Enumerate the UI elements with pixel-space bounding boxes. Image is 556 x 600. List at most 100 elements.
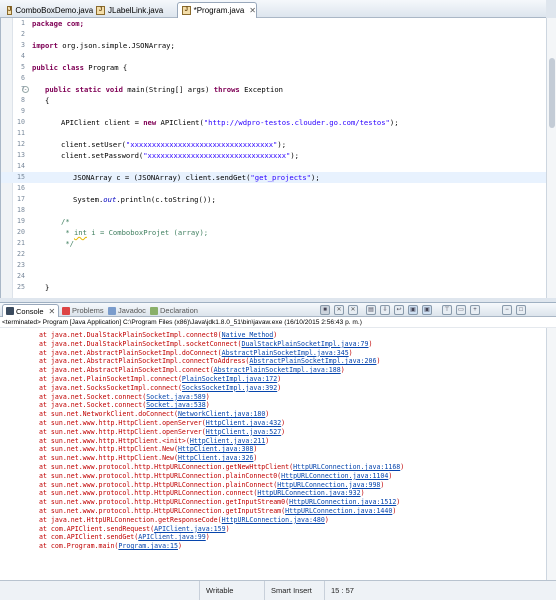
- source-link[interactable]: HttpClient.java:326: [178, 454, 253, 462]
- trace-text: ): [273, 331, 278, 339]
- tab-declaration[interactable]: Declaration: [150, 304, 198, 317]
- code-line: 7- public static void main(String[] args)…: [1, 84, 547, 95]
- tab-console[interactable]: Console ✕: [2, 304, 60, 317]
- clear-console-icon[interactable]: ▤: [366, 305, 376, 315]
- console-scrollbar[interactable]: [546, 328, 556, 580]
- line-number: 21: [17, 239, 25, 247]
- console-icon: [6, 307, 14, 315]
- code-line: 1 package com;: [1, 18, 547, 29]
- line-number: 11: [17, 129, 25, 137]
- maximize-icon[interactable]: □: [516, 305, 526, 315]
- stack-trace-line: at java.net.DualStackPlainSocketImpl.soc…: [39, 340, 373, 349]
- tab-label: Javadoc: [118, 306, 146, 315]
- console-output[interactable]: at java.net.DualStackPlainSocketImpl.con…: [0, 328, 546, 580]
- source-link[interactable]: HttpURLConnection.java:1440: [285, 507, 392, 515]
- code-line: 21 */: [1, 238, 547, 249]
- code-text: );: [311, 173, 320, 182]
- code-line: 23: [1, 260, 547, 271]
- trace-text: at sun.net.www.http.HttpClient.New(: [39, 445, 178, 454]
- line-number: 8: [21, 96, 25, 104]
- source-link[interactable]: Program.java:15: [118, 542, 178, 550]
- trace-text: at sun.net.www.http.HttpClient.<init>(: [39, 436, 190, 445]
- tab-combobox-demo[interactable]: J ComboBoxDemo.java: [2, 2, 93, 18]
- remove-all-icon[interactable]: ✕: [348, 305, 358, 315]
- trace-text: ): [277, 375, 282, 383]
- trace-text: at sun.net.www.protocol.http.HttpURLConn…: [39, 489, 258, 498]
- remove-launch-icon[interactable]: ✕: [334, 305, 344, 315]
- source-link[interactable]: AbstractPlainSocketImpl.java:188: [214, 366, 341, 374]
- trace-text: ): [253, 445, 258, 454]
- trace-text: at java.net.Socket.connect(: [39, 392, 147, 401]
- trace-text: ): [400, 463, 405, 471]
- source-link[interactable]: Native Method: [222, 331, 274, 339]
- method-signature: main(String[] args): [127, 85, 214, 94]
- fold-toggle-icon[interactable]: -: [22, 86, 29, 93]
- source-link[interactable]: NetworkClient.java:180: [178, 410, 265, 418]
- open-console-icon[interactable]: +: [470, 305, 480, 315]
- source-link[interactable]: HttpURLConnection.java:1168: [293, 463, 400, 471]
- scrollbar-thumb[interactable]: [549, 58, 555, 128]
- word-wrap-icon[interactable]: ↩: [394, 305, 404, 315]
- code-line: 25}: [1, 282, 547, 293]
- display-console-icon[interactable]: ▭: [456, 305, 466, 315]
- source-link[interactable]: HttpURLConnection.java:998: [277, 481, 380, 489]
- source-link[interactable]: SocksSocketImpl.java:392: [182, 384, 277, 392]
- source-link[interactable]: Socket.java:538: [146, 401, 206, 409]
- comment-start: /*: [61, 217, 70, 226]
- terminate-icon[interactable]: ■: [320, 305, 330, 315]
- source-link[interactable]: AbstractPlainSocketImpl.java:345: [222, 349, 349, 357]
- stack-trace-line: at com.Program.main(Program.java:15): [39, 542, 182, 551]
- source-link[interactable]: HttpURLConnection.java:1104: [281, 472, 388, 480]
- source-link[interactable]: APIClient.java:99: [138, 533, 206, 541]
- package-statement: package com;: [32, 19, 84, 28]
- code-line: 3 import org.json.simple.JSONArray;: [1, 40, 547, 51]
- pin-console-icon[interactable]: ⊤: [442, 305, 452, 315]
- trace-text: ): [348, 348, 353, 357]
- source-link[interactable]: HttpClient.java:432: [206, 419, 281, 427]
- writable-status: Writable: [199, 581, 261, 600]
- source-link[interactable]: HttpURLConnection.java:932: [257, 489, 360, 497]
- source-link[interactable]: Socket.java:589: [146, 393, 206, 401]
- editor-scrollbar[interactable]: [546, 18, 556, 298]
- code-line: 16: [1, 183, 547, 194]
- source-link[interactable]: HttpClient.java:308: [178, 445, 253, 453]
- source-link[interactable]: APIClient.java:159: [154, 525, 225, 533]
- tab-jlabel-link[interactable]: J JLabelLink.java: [91, 2, 169, 18]
- close-icon[interactable]: ✕: [249, 6, 256, 15]
- line-number: 9: [21, 107, 25, 115]
- code-line: 18: [1, 205, 547, 216]
- scroll-lock-icon[interactable]: ⇩: [380, 305, 390, 315]
- trace-text: ): [388, 471, 393, 480]
- source-link[interactable]: HttpURLConnection.java:1512: [289, 498, 396, 506]
- trace-text: at java.net.Socket.connect(: [39, 401, 147, 410]
- trace-text: ): [277, 383, 282, 392]
- source-link[interactable]: AbstractPlainSocketImpl.java:206: [249, 357, 376, 365]
- code-text: client.setUser(: [61, 140, 126, 149]
- tab-program[interactable]: J *Program.java ✕: [177, 2, 257, 18]
- tab-problems[interactable]: Problems: [62, 304, 104, 317]
- trace-text: at com.Program.main(: [39, 542, 119, 551]
- trace-text: at java.net.HttpURLConnection.getRespons…: [39, 515, 222, 524]
- source-link[interactable]: HttpClient.java:211: [190, 437, 265, 445]
- tab-javadoc[interactable]: Javadoc: [108, 304, 146, 317]
- source-link[interactable]: HttpClient.java:527: [206, 428, 281, 436]
- close-icon[interactable]: ✕: [49, 307, 56, 316]
- stack-trace-line: at sun.net.www.protocol.http.HttpURLConn…: [39, 507, 396, 516]
- editor-tab-bar: J ComboBoxDemo.java J JLabelLink.java J *Pr…: [0, 0, 546, 18]
- code-line: 5 public class Program {: [1, 62, 547, 73]
- stack-trace-line: at java.net.AbstractPlainSocketImpl.conn…: [39, 366, 345, 375]
- minimize-icon[interactable]: −: [502, 305, 512, 315]
- trace-text: at sun.net.www.protocol.http.HttpURLConn…: [39, 480, 278, 489]
- stack-trace-line: at com.APIClient.sendGet(APIClient.java:…: [39, 533, 210, 542]
- show-on-stdout-icon[interactable]: ▣: [408, 305, 418, 315]
- trace-text: at sun.net.NetworkClient.doConnect(: [39, 410, 178, 419]
- show-on-stderr-icon[interactable]: ▣: [422, 305, 432, 315]
- trace-text: ): [396, 498, 401, 507]
- stack-trace-line: at sun.net.www.http.HttpClient.<init>(Ht…: [39, 437, 269, 446]
- source-link[interactable]: DualStackPlainSocketImpl.java:79: [241, 340, 368, 348]
- stack-trace-line: at sun.net.www.protocol.http.HttpURLConn…: [39, 489, 365, 498]
- source-link[interactable]: PlainSocketImpl.java:172: [182, 375, 277, 383]
- code-editor[interactable]: 1 package com; 2 3 import org.json.simple.…: [0, 18, 547, 298]
- stack-trace-line: at java.net.PlainSocketImpl.connect(Plai…: [39, 375, 281, 384]
- source-link[interactable]: HttpURLConnection.java:480: [222, 516, 325, 524]
